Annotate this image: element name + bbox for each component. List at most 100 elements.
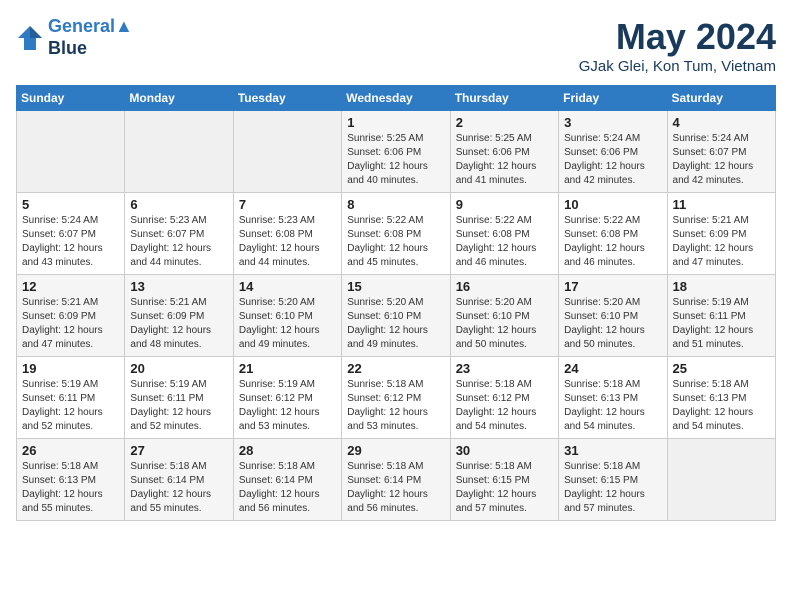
day-info: Sunrise: 5:23 AM Sunset: 6:07 PM Dayligh… bbox=[130, 214, 227, 270]
day-info: Sunrise: 5:21 AM Sunset: 6:09 PM Dayligh… bbox=[22, 296, 119, 352]
day-info: Sunrise: 5:25 AM Sunset: 6:06 PM Dayligh… bbox=[456, 132, 553, 188]
day-number: 23 bbox=[456, 361, 553, 376]
calendar-cell: 10 Sunrise: 5:22 AM Sunset: 6:08 PM Dayli… bbox=[559, 193, 667, 275]
day-info: Sunrise: 5:18 AM Sunset: 6:13 PM Dayligh… bbox=[22, 460, 119, 516]
calendar-cell: 11Sunrise: 5:21 AM Sunset: 6:09 PM Dayli… bbox=[667, 193, 775, 275]
calendar-cell: 13 Sunrise: 5:21 AM Sunset: 6:09 PM Dayli… bbox=[125, 275, 233, 357]
day-info: Sunrise: 5:25 AM Sunset: 6:06 PM Dayligh… bbox=[347, 132, 444, 188]
day-info: Sunrise: 5:24 AM Sunset: 6:07 PM Dayligh… bbox=[673, 132, 770, 188]
day-info: Sunrise: 5:20 AM Sunset: 6:10 PM Dayligh… bbox=[347, 296, 444, 352]
title-block: May 2024 GJak Glei, Kon Tum, Vietnam bbox=[579, 16, 776, 75]
day-number: 22 bbox=[347, 361, 444, 376]
day-info: Sunrise: 5:24 AM Sunset: 6:07 PM Dayligh… bbox=[22, 214, 119, 270]
day-number: 8 bbox=[347, 197, 444, 212]
calendar-cell: 24Sunrise: 5:18 AM Sunset: 6:13 PM Dayli… bbox=[559, 357, 667, 439]
calendar-cell: 26 Sunrise: 5:18 AM Sunset: 6:13 PM Dayli… bbox=[17, 439, 125, 521]
weekday-header-wednesday: Wednesday bbox=[342, 86, 450, 111]
day-number: 28 bbox=[239, 443, 336, 458]
day-number: 27 bbox=[130, 443, 227, 458]
weekday-header-thursday: Thursday bbox=[450, 86, 558, 111]
day-info: Sunrise: 5:23 AM Sunset: 6:08 PM Dayligh… bbox=[239, 214, 336, 270]
calendar-cell: 7 Sunrise: 5:23 AM Sunset: 6:08 PM Daylig… bbox=[233, 193, 341, 275]
day-info: Sunrise: 5:24 AM Sunset: 6:06 PM Dayligh… bbox=[564, 132, 661, 188]
page-header: General▲ Blue May 2024 GJak Glei, Kon Tu… bbox=[16, 16, 776, 75]
logo-line1: General bbox=[48, 16, 115, 36]
day-number: 9 bbox=[456, 197, 553, 212]
calendar-cell: 15 Sunrise: 5:20 AM Sunset: 6:10 PM Dayli… bbox=[342, 275, 450, 357]
calendar-cell: 20Sunrise: 5:19 AM Sunset: 6:11 PM Dayli… bbox=[125, 357, 233, 439]
day-info: Sunrise: 5:22 AM Sunset: 6:08 PM Dayligh… bbox=[347, 214, 444, 270]
weekday-header-tuesday: Tuesday bbox=[233, 86, 341, 111]
calendar-cell: 18Sunrise: 5:19 AM Sunset: 6:11 PM Dayli… bbox=[667, 275, 775, 357]
weekday-header-monday: Monday bbox=[125, 86, 233, 111]
day-number: 13 bbox=[130, 279, 227, 294]
calendar-cell: 16Sunrise: 5:20 AM Sunset: 6:10 PM Dayli… bbox=[450, 275, 558, 357]
day-number: 21 bbox=[239, 361, 336, 376]
day-info: Sunrise: 5:18 AM Sunset: 6:13 PM Dayligh… bbox=[673, 378, 770, 434]
calendar-week-5: 26 Sunrise: 5:18 AM Sunset: 6:13 PM Dayli… bbox=[17, 439, 776, 521]
day-info: Sunrise: 5:20 AM Sunset: 6:10 PM Dayligh… bbox=[239, 296, 336, 352]
calendar-week-3: 12 Sunrise: 5:21 AM Sunset: 6:09 PM Dayli… bbox=[17, 275, 776, 357]
calendar-cell: 3 Sunrise: 5:24 AM Sunset: 6:06 PM Daylig… bbox=[559, 111, 667, 193]
weekday-header-row: SundayMondayTuesdayWednesdayThursdayFrid… bbox=[17, 86, 776, 111]
day-number: 14 bbox=[239, 279, 336, 294]
day-number: 10 bbox=[564, 197, 661, 212]
location-title: GJak Glei, Kon Tum, Vietnam bbox=[579, 58, 776, 75]
day-info: Sunrise: 5:18 AM Sunset: 6:14 PM Dayligh… bbox=[130, 460, 227, 516]
day-number: 16 bbox=[456, 279, 553, 294]
day-info: Sunrise: 5:22 AM Sunset: 6:08 PM Dayligh… bbox=[564, 214, 661, 270]
day-info: Sunrise: 5:18 AM Sunset: 6:15 PM Dayligh… bbox=[564, 460, 661, 516]
calendar-cell: 14 Sunrise: 5:20 AM Sunset: 6:10 PM Dayli… bbox=[233, 275, 341, 357]
weekday-header-sunday: Sunday bbox=[17, 86, 125, 111]
logo-icon bbox=[16, 24, 44, 52]
day-number: 7 bbox=[239, 197, 336, 212]
calendar-cell: 17Sunrise: 5:20 AM Sunset: 6:10 PM Dayli… bbox=[559, 275, 667, 357]
calendar-cell: 30Sunrise: 5:18 AM Sunset: 6:15 PM Dayli… bbox=[450, 439, 558, 521]
day-info: Sunrise: 5:18 AM Sunset: 6:12 PM Dayligh… bbox=[456, 378, 553, 434]
calendar-cell: 27 Sunrise: 5:18 AM Sunset: 6:14 PM Dayli… bbox=[125, 439, 233, 521]
logo-line2: Blue bbox=[48, 38, 133, 60]
day-info: Sunrise: 5:21 AM Sunset: 6:09 PM Dayligh… bbox=[130, 296, 227, 352]
day-number: 1 bbox=[347, 115, 444, 130]
calendar-body: 1 Sunrise: 5:25 AM Sunset: 6:06 PM Daylig… bbox=[17, 111, 776, 521]
day-info: Sunrise: 5:19 AM Sunset: 6:11 PM Dayligh… bbox=[130, 378, 227, 434]
calendar-cell bbox=[667, 439, 775, 521]
day-number: 2 bbox=[456, 115, 553, 130]
day-number: 3 bbox=[564, 115, 661, 130]
logo-text: General▲ Blue bbox=[48, 16, 133, 59]
day-info: Sunrise: 5:18 AM Sunset: 6:15 PM Dayligh… bbox=[456, 460, 553, 516]
calendar-cell: 12 Sunrise: 5:21 AM Sunset: 6:09 PM Dayli… bbox=[17, 275, 125, 357]
day-number: 5 bbox=[22, 197, 119, 212]
day-number: 4 bbox=[673, 115, 770, 130]
calendar-cell: 5 Sunrise: 5:24 AM Sunset: 6:07 PM Daylig… bbox=[17, 193, 125, 275]
day-number: 26 bbox=[22, 443, 119, 458]
day-number: 31 bbox=[564, 443, 661, 458]
weekday-header-friday: Friday bbox=[559, 86, 667, 111]
calendar-cell: 8 Sunrise: 5:22 AM Sunset: 6:08 PM Daylig… bbox=[342, 193, 450, 275]
calendar-cell: 9Sunrise: 5:22 AM Sunset: 6:08 PM Daylig… bbox=[450, 193, 558, 275]
day-number: 12 bbox=[22, 279, 119, 294]
day-info: Sunrise: 5:19 AM Sunset: 6:11 PM Dayligh… bbox=[22, 378, 119, 434]
day-number: 25 bbox=[673, 361, 770, 376]
day-info: Sunrise: 5:19 AM Sunset: 6:11 PM Dayligh… bbox=[673, 296, 770, 352]
day-info: Sunrise: 5:20 AM Sunset: 6:10 PM Dayligh… bbox=[564, 296, 661, 352]
day-number: 6 bbox=[130, 197, 227, 212]
day-number: 11 bbox=[673, 197, 770, 212]
logo: General▲ Blue bbox=[16, 16, 133, 59]
calendar-cell: 29Sunrise: 5:18 AM Sunset: 6:14 PM Dayli… bbox=[342, 439, 450, 521]
calendar-cell: 28 Sunrise: 5:18 AM Sunset: 6:14 PM Dayli… bbox=[233, 439, 341, 521]
calendar-cell: 22 Sunrise: 5:18 AM Sunset: 6:12 PM Dayli… bbox=[342, 357, 450, 439]
day-info: Sunrise: 5:18 AM Sunset: 6:12 PM Dayligh… bbox=[347, 378, 444, 434]
calendar-cell: 1 Sunrise: 5:25 AM Sunset: 6:06 PM Daylig… bbox=[342, 111, 450, 193]
calendar-cell: 23 Sunrise: 5:18 AM Sunset: 6:12 PM Dayli… bbox=[450, 357, 558, 439]
day-number: 15 bbox=[347, 279, 444, 294]
calendar-table: SundayMondayTuesdayWednesdayThursdayFrid… bbox=[16, 85, 776, 521]
calendar-cell: 2 Sunrise: 5:25 AM Sunset: 6:06 PM Daylig… bbox=[450, 111, 558, 193]
calendar-cell: 6 Sunrise: 5:23 AM Sunset: 6:07 PM Daylig… bbox=[125, 193, 233, 275]
month-title: May 2024 bbox=[579, 16, 776, 58]
day-info: Sunrise: 5:18 AM Sunset: 6:14 PM Dayligh… bbox=[239, 460, 336, 516]
calendar-week-2: 5 Sunrise: 5:24 AM Sunset: 6:07 PM Daylig… bbox=[17, 193, 776, 275]
calendar-cell: 19Sunrise: 5:19 AM Sunset: 6:11 PM Dayli… bbox=[17, 357, 125, 439]
day-info: Sunrise: 5:18 AM Sunset: 6:13 PM Dayligh… bbox=[564, 378, 661, 434]
calendar-cell bbox=[125, 111, 233, 193]
